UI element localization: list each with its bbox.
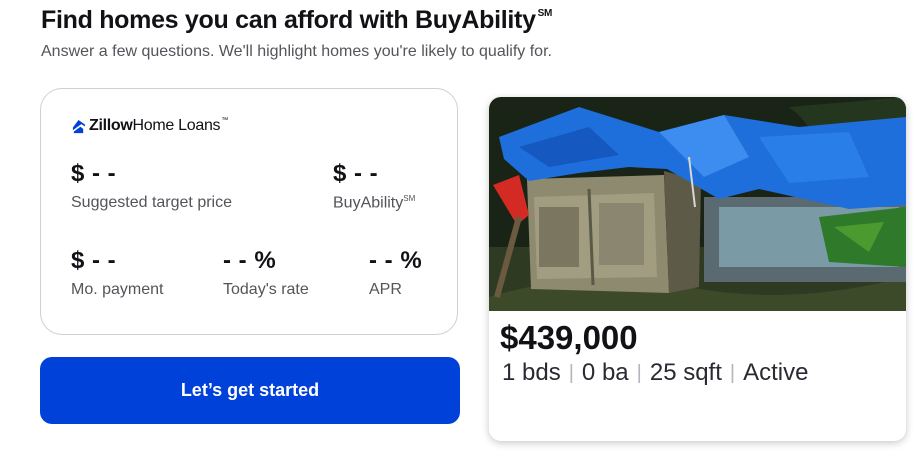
listing-card[interactable]: $439,000 1 bds | 0 ba | 25 sqft | Active xyxy=(489,97,906,441)
metric-label: BuyAbilitySM xyxy=(333,194,415,212)
metric-value: $ - - xyxy=(71,160,117,187)
brand-name-rest: Home Loans xyxy=(132,117,221,134)
baths: 0 ba xyxy=(581,359,629,386)
metric-label: Today's rate xyxy=(223,281,309,298)
metric-value: $ - - xyxy=(333,160,379,187)
zillow-z-icon xyxy=(72,119,86,133)
brand-name-bold: Zillow xyxy=(89,117,133,134)
get-started-button[interactable]: Let’s get started xyxy=(40,357,460,424)
metric-label: APR xyxy=(369,281,402,298)
beds: 1 bds xyxy=(502,359,561,386)
metric-value: - - % xyxy=(223,247,277,274)
apr: - - % APR xyxy=(369,247,422,299)
monthly-payment: $ - - Mo. payment xyxy=(71,247,163,299)
separator: | xyxy=(729,361,736,384)
separator: | xyxy=(636,361,642,384)
buyability-amount: $ - - BuyAbilitySM xyxy=(333,160,415,212)
page-subtitle: Answer a few questions. We'll highlight … xyxy=(41,43,552,60)
brand-trademark: ™ xyxy=(221,116,228,124)
zillow-home-loans-logo: Zillow Home Loans ™ xyxy=(71,117,228,135)
service-mark: SM xyxy=(537,7,553,19)
buyability-calculator-card: Zillow Home Loans ™ $ - - Suggested targ… xyxy=(40,88,458,335)
suggested-target-price: $ - - Suggested target price xyxy=(71,160,232,212)
metric-label: Suggested target price xyxy=(71,194,232,211)
service-mark: SM xyxy=(403,194,416,203)
todays-rate: - - % Today's rate xyxy=(223,247,309,299)
page-title: Find homes you can afford with BuyAbilit… xyxy=(41,6,552,35)
listing-photo[interactable] xyxy=(489,97,906,311)
metric-label: Mo. payment xyxy=(71,281,164,298)
listing-facts: 1 bds | 0 ba | 25 sqft | Active xyxy=(502,359,808,387)
metric-label-text: BuyAbility xyxy=(333,194,404,212)
page-title-text: Find homes you can afford with BuyAbilit… xyxy=(41,6,536,34)
metric-value: $ - - xyxy=(71,247,117,274)
listing-status: Active xyxy=(743,359,809,386)
sqft: 25 sqft xyxy=(649,359,722,386)
listing-price: $439,000 xyxy=(500,319,638,356)
metric-value: - - % xyxy=(369,247,423,274)
separator: | xyxy=(568,361,574,384)
